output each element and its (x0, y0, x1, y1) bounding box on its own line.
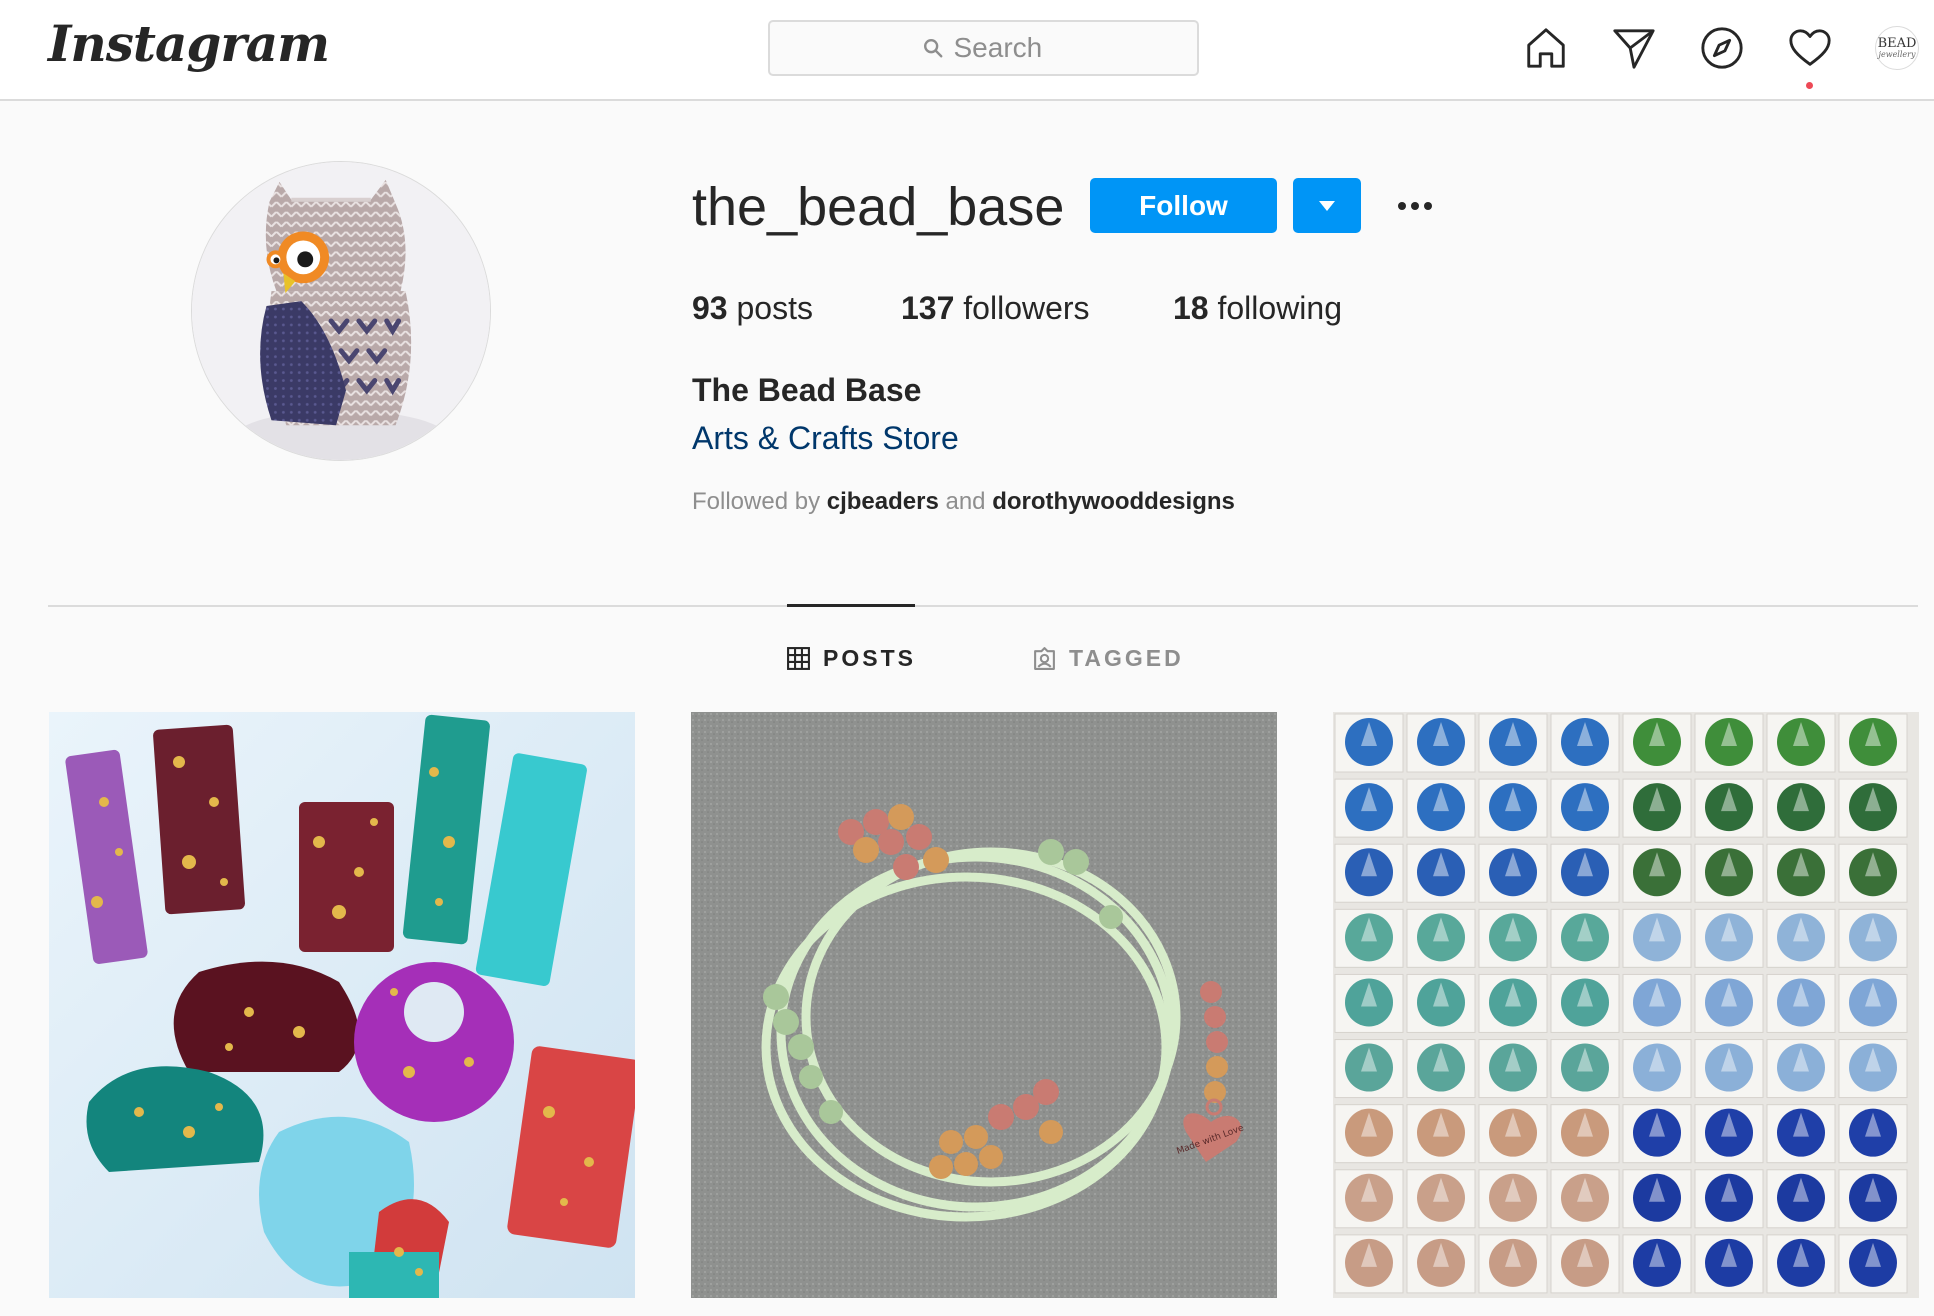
grid-icon (787, 647, 810, 670)
tab-tagged-label: TAGGED (1069, 645, 1184, 671)
more-dot (1411, 202, 1419, 210)
following-count-value: 18 (1173, 290, 1209, 326)
followers-count-value: 137 (901, 290, 955, 326)
home-icon[interactable] (1522, 24, 1570, 72)
followers-link[interactable]: 137 followers (901, 290, 1090, 327)
posts-count-value: 93 (692, 290, 728, 326)
following-count-label: following (1217, 290, 1342, 326)
nav-avatar-text: BEAD (1877, 36, 1917, 51)
active-tab-indicator (787, 604, 915, 607)
following-link[interactable]: 18 following (1173, 290, 1342, 327)
search-box[interactable] (768, 20, 1199, 76)
explore-icon[interactable] (1698, 24, 1746, 72)
search-icon (923, 39, 942, 58)
posts-count-label: posts (736, 290, 813, 326)
post-tile-bracelet[interactable]: Made with Love (691, 712, 1277, 1298)
profile-avatar[interactable] (191, 161, 491, 461)
search-input[interactable] (953, 32, 1046, 64)
post-tile-resin-pendants[interactable] (49, 712, 635, 1298)
profile-username: the_bead_base (692, 177, 1065, 237)
top-navigation-bar: Instagram BEAD jewellery (0, 0, 1934, 101)
tab-tagged[interactable]: TAGGED (1032, 645, 1184, 672)
tab-posts[interactable]: POSTS (786, 645, 916, 672)
heart-icon[interactable] (1786, 24, 1834, 72)
tagged-icon (1034, 647, 1055, 670)
followed-by-and: and (945, 488, 986, 515)
nav-avatar-subtext: jewellery (1878, 50, 1916, 59)
tab-posts-label: POSTS (823, 645, 916, 671)
profile-category: Arts & Crafts Store (692, 420, 959, 456)
suggested-accounts-button[interactable] (1293, 178, 1361, 233)
post-tile-crystals[interactable] (1333, 712, 1919, 1298)
tabs-divider (48, 605, 1918, 607)
profile-full-name: The Bead Base (692, 372, 922, 408)
followers-count-label: followers (963, 290, 1090, 326)
chevron-down-icon (1319, 200, 1335, 211)
direct-icon[interactable] (1610, 24, 1658, 72)
nav-profile-avatar[interactable]: BEAD jewellery (1875, 26, 1919, 70)
followed-by-user[interactable]: cjbeaders (827, 488, 939, 515)
posts-count: 93 posts (692, 290, 813, 327)
more-dot (1398, 202, 1406, 210)
followed-by-prefix: Followed by (692, 488, 821, 515)
more-dot (1424, 202, 1432, 210)
followed-by-line[interactable]: Followed by cjbeaders and dorothywooddes… (692, 488, 1235, 516)
more-options-button[interactable] (1390, 184, 1440, 228)
instagram-logo[interactable]: Instagram (48, 14, 330, 73)
notification-dot (1806, 82, 1813, 89)
followed-by-user[interactable]: dorothywooddesigns (992, 488, 1235, 515)
follow-button[interactable]: Follow (1090, 178, 1277, 233)
